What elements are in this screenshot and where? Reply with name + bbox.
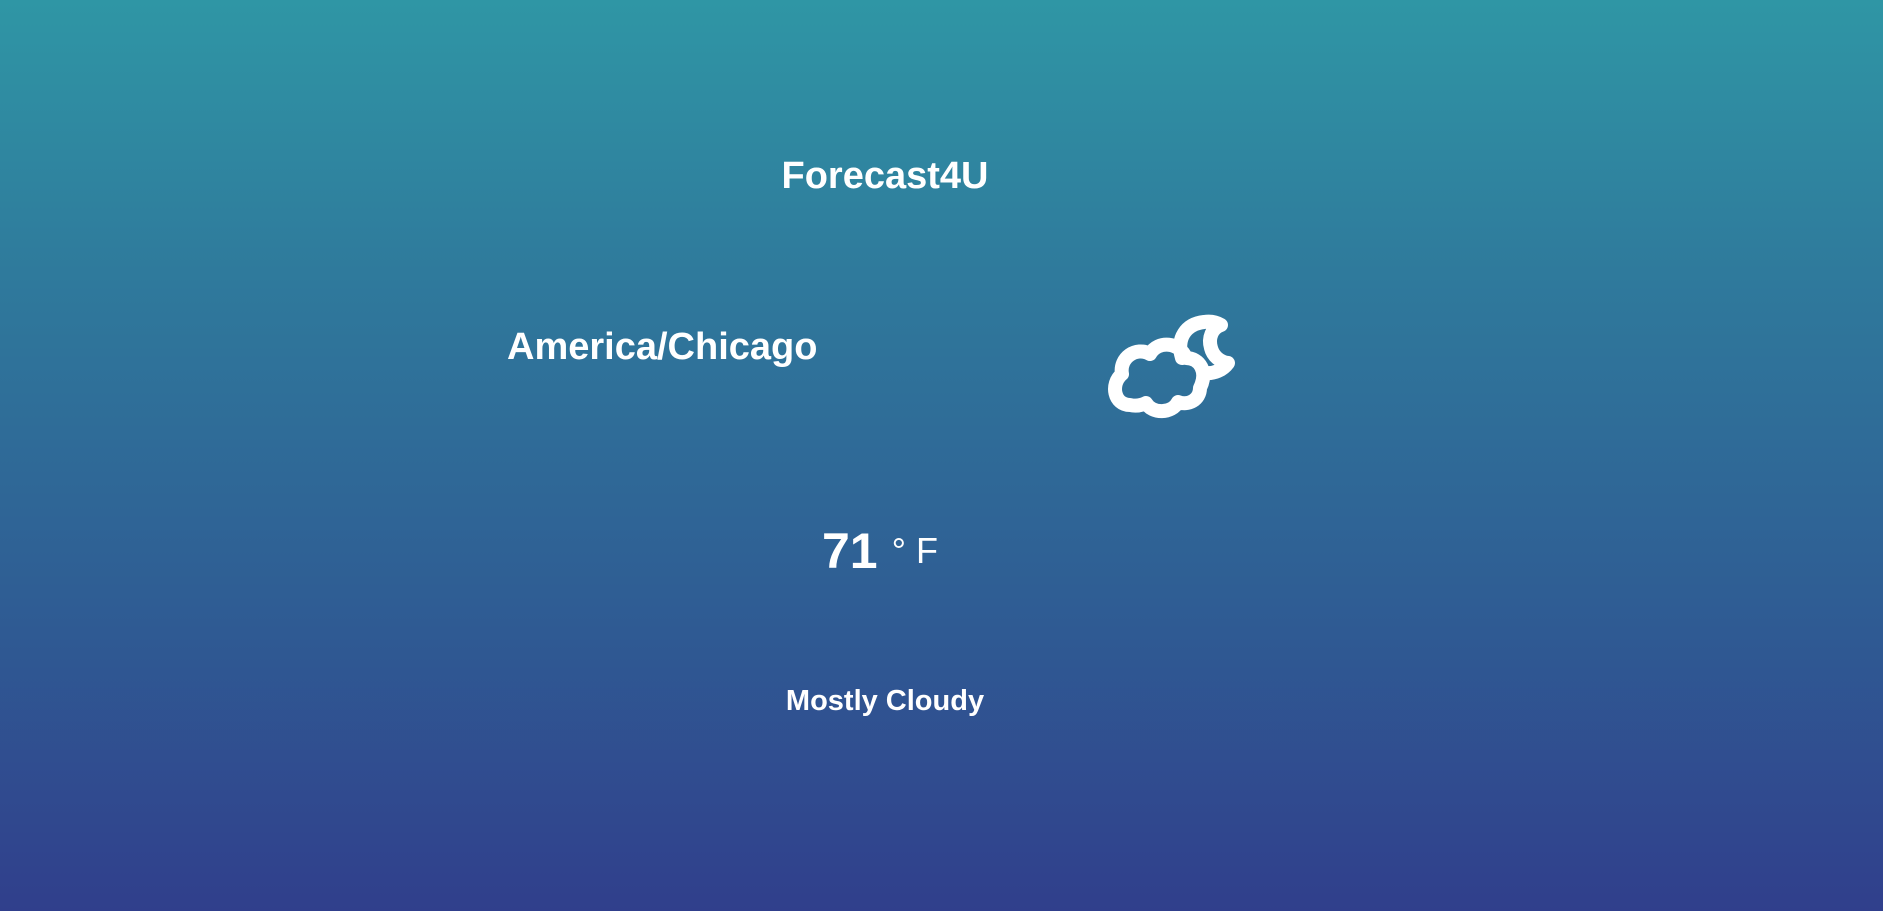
temperature-value: 71 <box>821 523 878 579</box>
temperature-unit: ° F <box>891 530 938 571</box>
location-timezone: America/Chicago <box>507 326 818 368</box>
weather-condition: Mostly Cloudy <box>785 685 985 717</box>
app-title: Forecast4U <box>781 155 989 197</box>
partly-cloudy-night-icon <box>1108 314 1235 419</box>
temperature: 71 ° F <box>0 522 1760 580</box>
weather-page: Forecast4U America/Chicago 71 ° F Mostly … <box>0 0 1883 911</box>
